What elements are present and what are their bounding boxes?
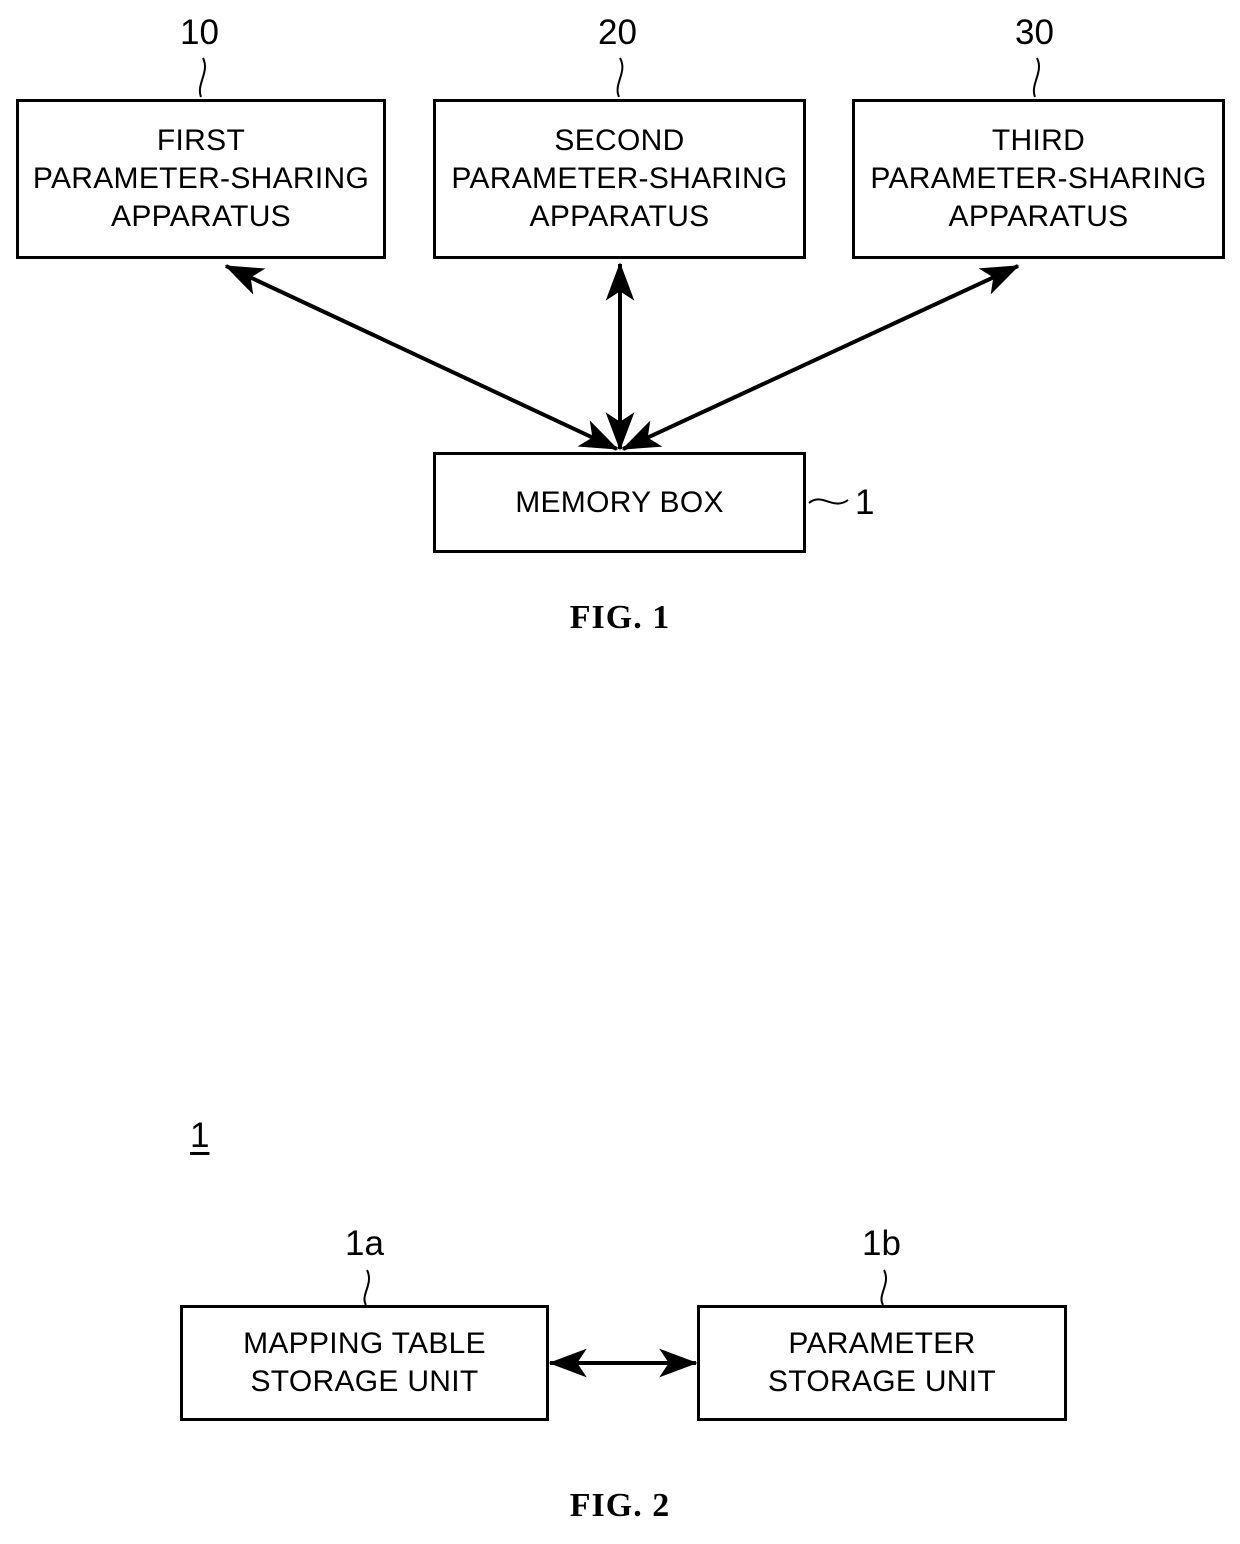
- figure-2-caption: FIG. 2: [569, 1487, 671, 1524]
- ref-numeral-10: 10: [180, 13, 219, 52]
- memory-box-label: MEMORY BOX: [515, 485, 724, 519]
- second-parameter-sharing-apparatus-box: SECOND PARAMETER-SHARING APPARATUS: [433, 99, 806, 259]
- ref-numeral-20: 20: [598, 13, 637, 52]
- third-parameter-sharing-apparatus-label: THIRD PARAMETER-SHARING APPARATUS: [870, 124, 1207, 233]
- ref-numeral-1-assembly: 1: [190, 1116, 210, 1155]
- ref-numeral-1a: 1a: [345, 1224, 384, 1263]
- patent-drawing-sheet: 10 20 30 1 FIRST PARAMETER-SHARING APPAR…: [0, 0, 1240, 1544]
- connector-memory-to-third: [621, 264, 1020, 451]
- leader-line-ref-1a: [363, 1269, 370, 1306]
- ref-numeral-30: 30: [1015, 13, 1054, 52]
- mapping-table-storage-unit-box: MAPPING TABLE STORAGE UNIT: [180, 1305, 549, 1421]
- memory-box: MEMORY BOX: [433, 452, 806, 553]
- leader-line-ref-1-memory: [808, 498, 849, 505]
- mapping-table-storage-unit-label: MAPPING TABLE STORAGE UNIT: [243, 1327, 486, 1398]
- figure-1-caption: FIG. 1: [569, 599, 671, 636]
- connector-memory-to-first: [224, 264, 619, 451]
- parameter-storage-unit-box: PARAMETER STORAGE UNIT: [697, 1305, 1067, 1421]
- first-parameter-sharing-apparatus-label: FIRST PARAMETER-SHARING APPARATUS: [32, 124, 370, 233]
- second-parameter-sharing-apparatus-label: SECOND PARAMETER-SHARING APPARATUS: [451, 124, 788, 233]
- ref-numeral-1b: 1b: [862, 1224, 901, 1263]
- leader-line-ref-30: [1032, 57, 1040, 98]
- parameter-storage-unit-label: PARAMETER STORAGE UNIT: [767, 1327, 997, 1398]
- leader-line-ref-10: [198, 57, 206, 98]
- third-parameter-sharing-apparatus-box: THIRD PARAMETER-SHARING APPARATUS: [852, 99, 1225, 259]
- leader-line-ref-20: [616, 57, 624, 98]
- first-parameter-sharing-apparatus-box: FIRST PARAMETER-SHARING APPARATUS: [16, 99, 386, 259]
- leader-line-ref-1b: [880, 1269, 887, 1306]
- ref-numeral-1-memory-box: 1: [855, 483, 875, 522]
